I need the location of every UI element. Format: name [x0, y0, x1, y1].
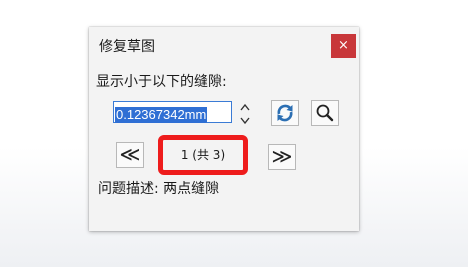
page-indicator: 1 (共 3)	[158, 135, 248, 175]
refresh-icon	[277, 104, 293, 122]
spinner-icon[interactable]	[239, 101, 251, 127]
search-icon	[316, 104, 334, 122]
refresh-button[interactable]	[271, 100, 299, 126]
next-button[interactable]: ≫	[268, 144, 296, 170]
dialog-title: 修复草图	[99, 39, 155, 55]
gap-threshold-input[interactable]: 0.12367342mm	[113, 101, 232, 123]
gap-threshold-label: 显示小于以下的缝隙:	[96, 74, 227, 90]
close-button[interactable]: ×	[331, 34, 356, 58]
problem-description: 问题描述: 两点缝隙	[98, 181, 220, 197]
previous-button[interactable]: ≪	[116, 142, 144, 168]
search-button[interactable]	[311, 100, 339, 126]
gap-threshold-value: 0.12367342mm	[115, 107, 208, 123]
repair-sketch-dialog: 修复草图 × 显示小于以下的缝隙: 0.12367342mm ≪ 1 (共 3)…	[89, 27, 359, 231]
